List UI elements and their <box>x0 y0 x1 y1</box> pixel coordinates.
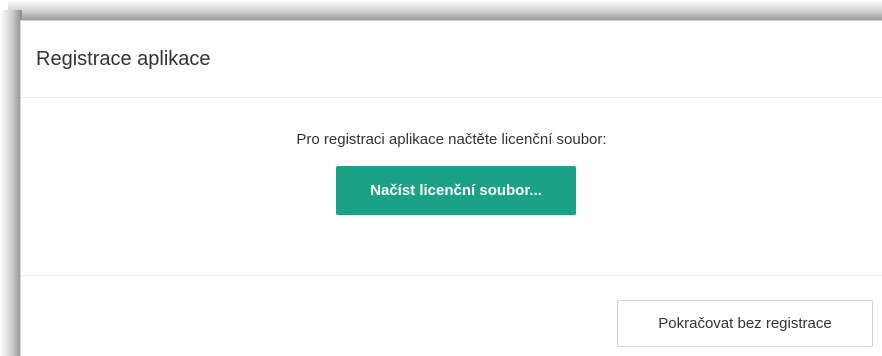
screen: Registrace aplikace Pro registraci aplik… <box>0 0 882 356</box>
dialog-title: Registrace aplikace <box>36 48 211 70</box>
dialog-header: Registrace aplikace <box>21 21 882 98</box>
dialog-shadow-left <box>0 10 22 356</box>
load-license-file-button[interactable]: Načíst licenční soubor... <box>336 166 576 215</box>
registration-dialog: Registrace aplikace Pro registraci aplik… <box>20 20 882 356</box>
dialog-shadow-top <box>8 0 882 22</box>
continue-without-registration-button[interactable]: Pokračovat bez registrace <box>617 300 873 347</box>
dialog-footer: Pokračovat bez registrace <box>21 276 882 356</box>
registration-prompt: Pro registraci aplikace načtěte licenční… <box>296 131 607 148</box>
dialog-body: Pro registraci aplikace načtěte licenční… <box>21 98 882 276</box>
